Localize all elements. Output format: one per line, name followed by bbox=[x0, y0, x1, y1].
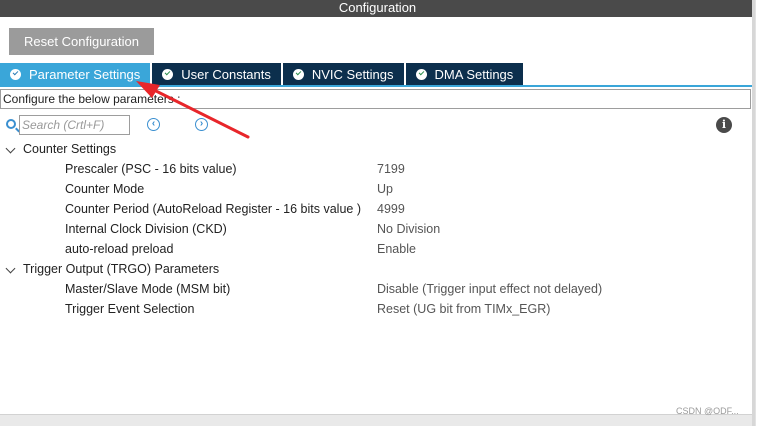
group-title: Counter Settings bbox=[23, 142, 117, 156]
info-icon[interactable]: i bbox=[716, 117, 732, 133]
description-field: Configure the below parameters : bbox=[0, 89, 751, 109]
tab-underline bbox=[0, 85, 752, 87]
param-value[interactable]: Enable bbox=[377, 239, 416, 259]
group-trigger-output[interactable]: Trigger Output (TRGO) Parameters bbox=[0, 259, 752, 279]
param-row-clock-division[interactable]: Internal Clock Division (CKD) No Divisio… bbox=[0, 219, 752, 239]
param-name: Counter Mode bbox=[65, 182, 145, 196]
watermark: CSDN @ODF... bbox=[676, 406, 739, 416]
right-margin bbox=[755, 0, 783, 426]
window-title: Configuration bbox=[0, 0, 755, 17]
param-value[interactable]: Disable (Trigger input effect not delaye… bbox=[377, 279, 602, 299]
param-row-prescaler[interactable]: Prescaler (PSC - 16 bits value) 7199 bbox=[0, 159, 752, 179]
param-name: Internal Clock Division (CKD) bbox=[65, 222, 227, 236]
tab-label: NVIC Settings bbox=[311, 66, 394, 82]
check-circle-icon bbox=[292, 68, 304, 80]
param-row-auto-reload-preload[interactable]: auto-reload preload Enable bbox=[0, 239, 752, 259]
chevron-right-circle-icon[interactable]: › bbox=[195, 118, 208, 131]
param-row-master-slave-mode[interactable]: Master/Slave Mode (MSM bit) Disable (Tri… bbox=[0, 279, 752, 299]
param-value[interactable]: 7199 bbox=[377, 159, 405, 179]
chevron-left-circle-icon[interactable]: ‹ bbox=[147, 118, 160, 131]
tab-label: Parameter Settings bbox=[29, 66, 141, 82]
tab-parameter-settings[interactable]: Parameter Settings bbox=[0, 63, 153, 85]
search-icon[interactable] bbox=[6, 119, 16, 129]
param-value[interactable]: No Division bbox=[377, 219, 440, 239]
tab-user-constants[interactable]: User Constants bbox=[152, 63, 283, 85]
chevron-down-icon[interactable] bbox=[5, 143, 16, 154]
horizontal-scrollbar[interactable] bbox=[0, 414, 752, 426]
group-counter-settings[interactable]: Counter Settings bbox=[0, 139, 752, 159]
param-row-trigger-event[interactable]: Trigger Event Selection Reset (UG bit fr… bbox=[0, 299, 752, 319]
tab-label: DMA Settings bbox=[434, 66, 514, 82]
param-value[interactable]: Up bbox=[377, 179, 393, 199]
chevron-down-icon[interactable] bbox=[5, 263, 16, 274]
tab-nvic-settings[interactable]: NVIC Settings bbox=[282, 63, 406, 85]
tab-label: User Constants bbox=[181, 66, 271, 82]
reset-configuration-button[interactable]: Reset Configuration bbox=[9, 28, 154, 55]
settings-tabs: Parameter Settings User Constants NVIC S… bbox=[0, 63, 526, 85]
tab-dma-settings[interactable]: DMA Settings bbox=[405, 63, 526, 85]
search-input[interactable] bbox=[19, 115, 130, 135]
check-circle-icon bbox=[415, 68, 427, 80]
search-row: ‹ › i bbox=[0, 114, 752, 136]
param-name: Master/Slave Mode (MSM bit) bbox=[65, 282, 231, 296]
check-circle-icon bbox=[162, 68, 174, 80]
param-name: Prescaler (PSC - 16 bits value) bbox=[65, 162, 237, 176]
param-name: Counter Period (AutoReload Register - 16… bbox=[65, 202, 361, 216]
parameter-tree: Counter Settings Prescaler (PSC - 16 bit… bbox=[0, 139, 752, 319]
param-row-counter-period[interactable]: Counter Period (AutoReload Register - 16… bbox=[0, 199, 752, 219]
param-row-counter-mode[interactable]: Counter Mode Up bbox=[0, 179, 752, 199]
param-value[interactable]: Reset (UG bit from TIMx_EGR) bbox=[377, 299, 550, 319]
param-name: Trigger Event Selection bbox=[65, 302, 195, 316]
param-value[interactable]: 4999 bbox=[377, 199, 405, 219]
param-name: auto-reload preload bbox=[65, 242, 174, 256]
group-title: Trigger Output (TRGO) Parameters bbox=[23, 262, 220, 276]
check-circle-icon bbox=[10, 68, 21, 80]
